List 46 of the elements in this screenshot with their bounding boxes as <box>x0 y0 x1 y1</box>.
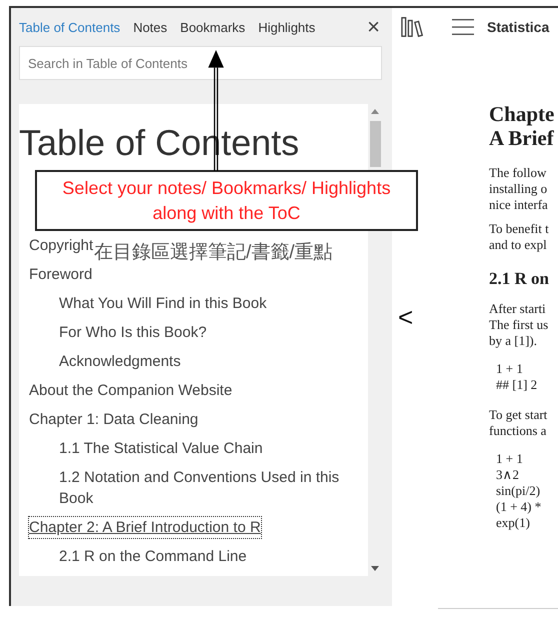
code-line: (1 + 4) * <box>496 499 542 515</box>
book-title: Statistica <box>487 19 550 35</box>
previous-page-button[interactable]: < <box>398 304 414 330</box>
toc-item[interactable]: About the Companion Website <box>29 380 232 401</box>
code-line: 1 + 1 <box>496 451 524 467</box>
section-heading: 2.1 R on <box>489 271 550 287</box>
code-line: 3∧2 <box>496 467 520 483</box>
code-line: 1 + 1 <box>496 361 524 377</box>
caption-text: 在目錄區選擇筆記/書籤/重點 <box>94 241 333 265</box>
paragraph-line: The follow <box>489 165 548 181</box>
toc-item[interactable]: 1.1 The Statistical Value Chain <box>59 438 263 459</box>
panel-tab[interactable]: Bookmarks <box>180 20 246 34</box>
panel-tab[interactable]: Highlights <box>258 20 316 34</box>
scroll-thumb[interactable] <box>370 121 380 167</box>
toc-item[interactable]: Chapter 1: Data Cleaning <box>29 409 198 430</box>
books-icon[interactable] <box>401 16 425 38</box>
paragraph-line: installing o <box>489 181 548 197</box>
menu-icon[interactable] <box>452 18 474 36</box>
panel-tab[interactable]: Notes <box>133 20 168 34</box>
paragraph-line: functions a <box>489 423 548 439</box>
toc-item[interactable]: 2.1 R on the Command Line <box>59 546 247 567</box>
paragraph-line: To benefit t <box>489 221 550 237</box>
toc-item[interactable]: For Who Is this Book? <box>59 322 207 343</box>
code-line: sin(pi/2) <box>496 483 542 499</box>
close-button[interactable]: × <box>367 16 380 38</box>
scroll-up-icon[interactable] <box>371 109 379 114</box>
callout-box: Select your notes/ Bookmarks/ Highlights along with the ToC <box>35 170 418 231</box>
paragraph-line: nice interfa <box>489 197 549 213</box>
scroll-down-icon[interactable] <box>371 566 379 571</box>
paragraph-line: To get start <box>489 407 548 423</box>
toc-item[interactable]: Acknowledgments <box>59 351 181 372</box>
code-line: exp(1) <box>496 515 531 531</box>
toc-item[interactable]: What You Will Find in this Book <box>59 293 267 314</box>
panel-tab[interactable]: Table of Contents <box>19 20 120 34</box>
chapter-heading: Chapte <box>489 102 554 126</box>
chapter-heading: A Brief <box>489 126 554 150</box>
code-line: ## [1] 2 <box>496 377 538 393</box>
toc-item[interactable]: 1.2 Notation and Conventions Used in this Book <box>59 467 360 509</box>
paragraph-line: by a [1]). <box>489 333 538 349</box>
toc-item[interactable]: Copyright <box>29 235 94 256</box>
toc-item[interactable]: Foreword <box>29 264 92 285</box>
paragraph-line: After starti <box>489 301 547 317</box>
paragraph-line: and to expl <box>489 237 548 253</box>
toc-item[interactable]: Chapter 2: A Brief Introduction to R <box>29 517 261 538</box>
search-field[interactable]: Search in Table of Contents <box>19 46 382 80</box>
paragraph-line: The first us <box>489 317 550 333</box>
